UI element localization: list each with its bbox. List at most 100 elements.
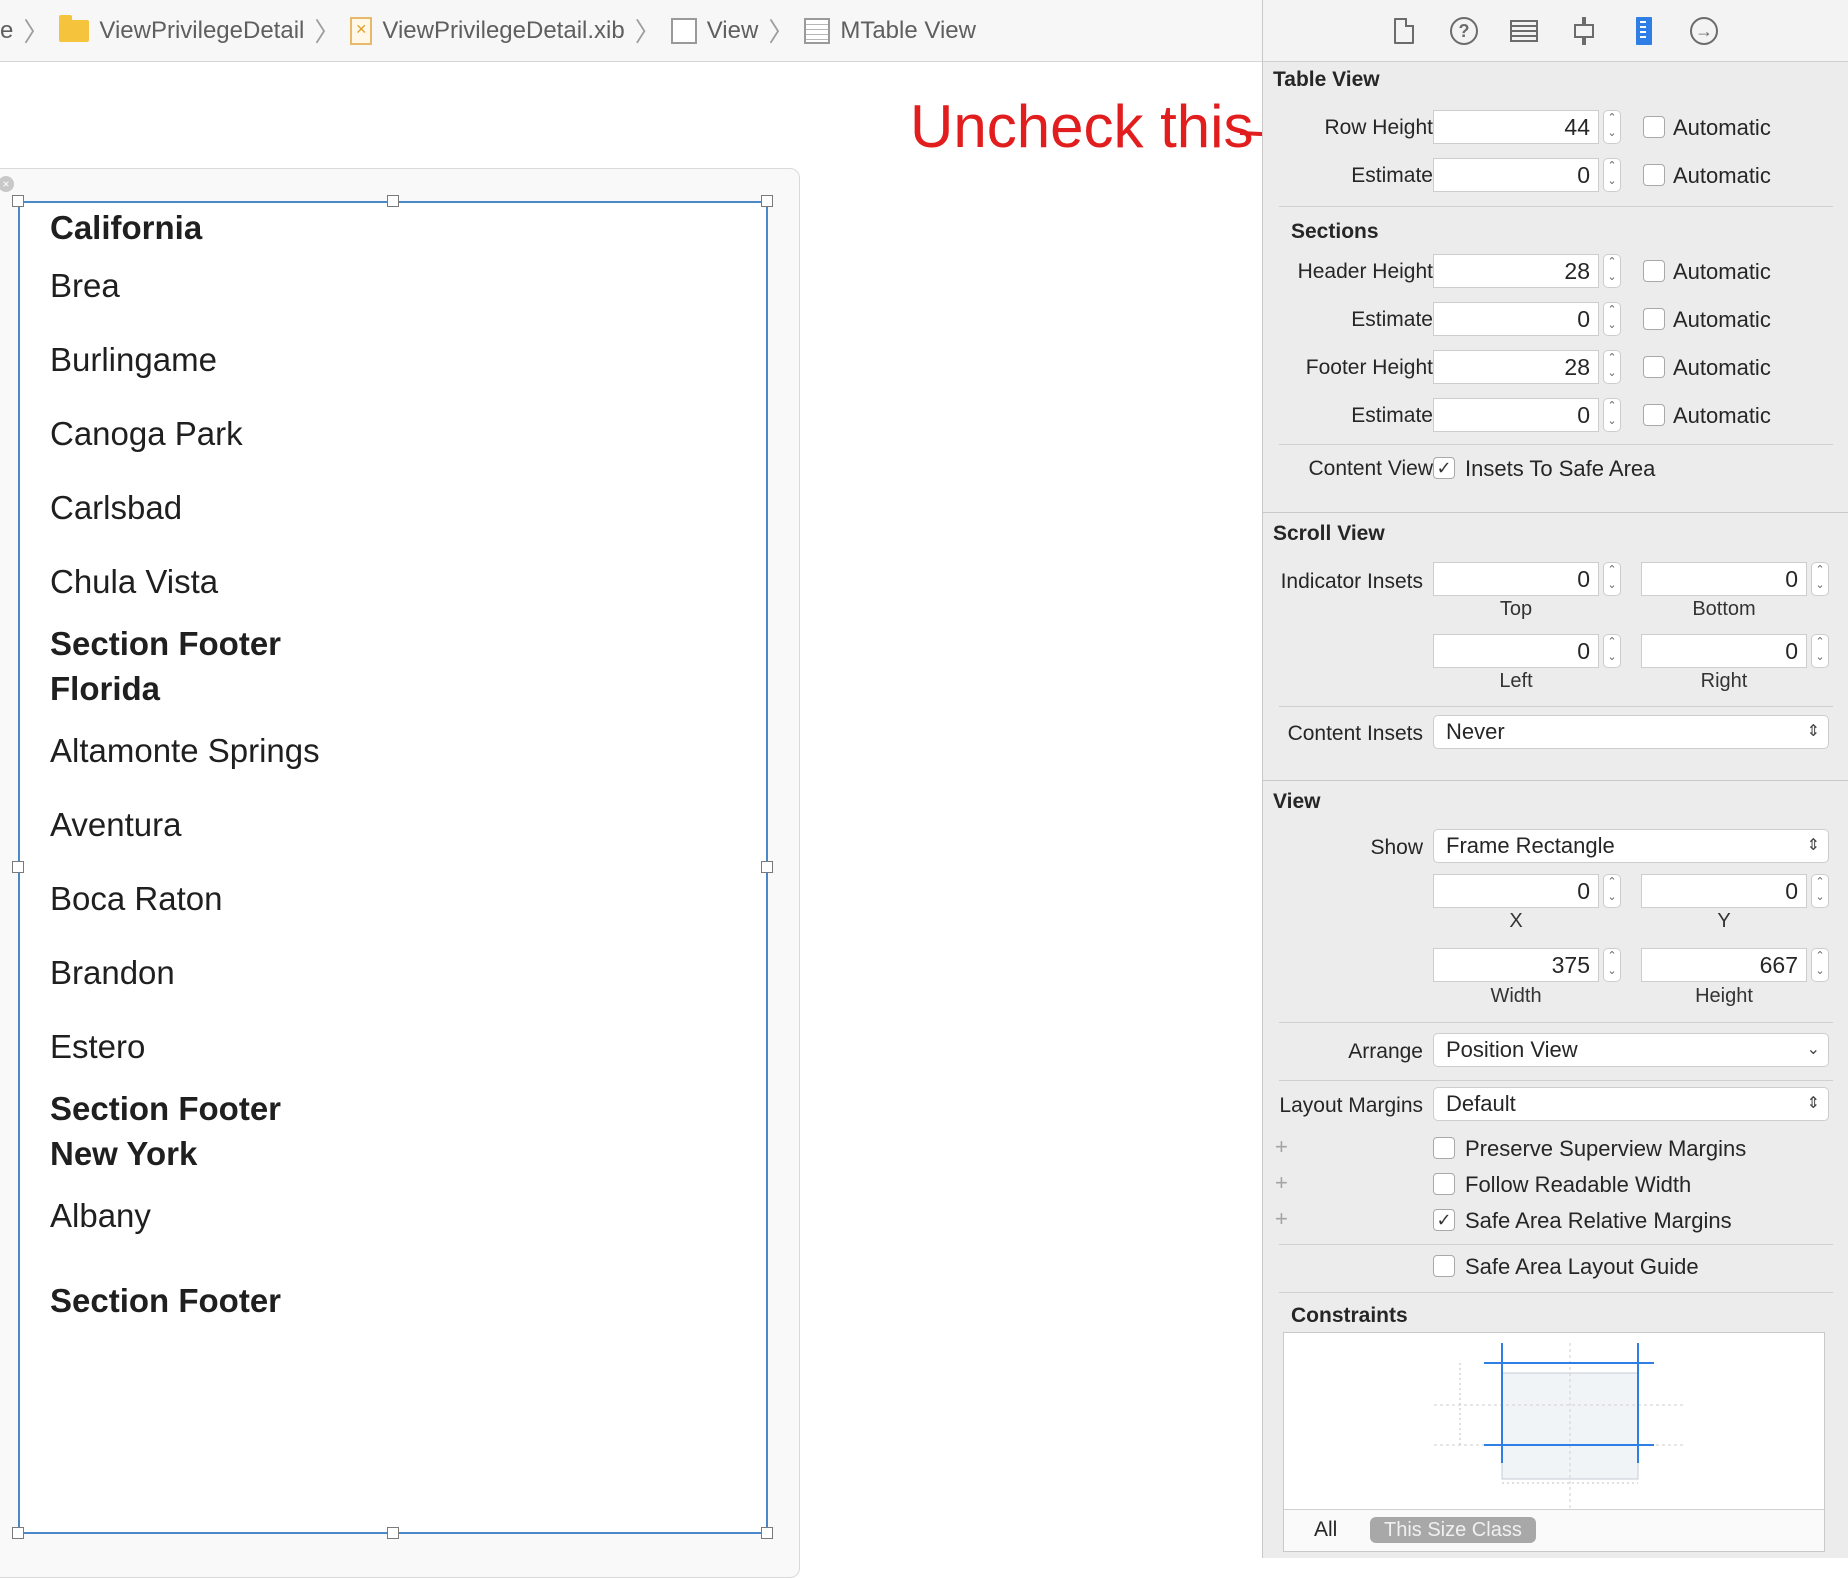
row-height-label: Row Height [1324, 116, 1433, 139]
footer-height-automatic-checkbox[interactable] [1643, 356, 1665, 378]
content-view-label: Content View [1308, 457, 1433, 480]
connections-inspector-icon[interactable]: → [1689, 16, 1719, 46]
this-size-class-tab[interactable]: This Size Class [1370, 1517, 1536, 1543]
table-cell[interactable]: Albany [50, 1197, 151, 1235]
left-caption: Left [1499, 670, 1533, 692]
footer-height-stepper[interactable]: ⌃ ⌄ [1603, 350, 1621, 384]
header-estimate-label: Estimate [1351, 308, 1433, 331]
table-cell[interactable]: Estero [50, 1028, 145, 1066]
indicator-top-field[interactable]: 0 [1433, 562, 1599, 596]
table-cell[interactable]: Altamonte Springs [50, 732, 320, 770]
divider [1279, 206, 1833, 207]
row-height-field[interactable]: 44 [1433, 110, 1599, 144]
attributes-inspector-icon[interactable] [1569, 16, 1599, 46]
table-cell[interactable]: Burlingame [50, 341, 217, 379]
header-estimate-automatic-label: Automatic [1673, 307, 1771, 332]
content-insets-select[interactable]: Never ⇕ [1433, 715, 1829, 749]
size-inspector: ? → Table View Row Height 44 ⌃ ⌄ Automati… [1262, 0, 1848, 1558]
y-field[interactable]: 0 [1641, 874, 1807, 908]
section-footer[interactable]: Section Footer [50, 1090, 281, 1128]
layout-margins-label: Layout Margins [1279, 1094, 1423, 1117]
table-cell[interactable]: Carlsbad [50, 489, 182, 527]
footer-estimate-field[interactable]: 0 [1433, 398, 1599, 432]
width-stepper[interactable]: ⌃ ⌄ [1603, 948, 1621, 982]
section-footer[interactable]: Section Footer [50, 625, 281, 663]
resize-handle[interactable] [761, 861, 773, 873]
table-cell[interactable]: Boca Raton [50, 880, 222, 918]
height-field[interactable]: 667 [1641, 948, 1807, 982]
width-field[interactable]: 375 [1433, 948, 1599, 982]
x-stepper[interactable]: ⌃ ⌄ [1603, 874, 1621, 908]
file-inspector-icon[interactable] [1389, 16, 1419, 46]
resize-handle[interactable] [12, 861, 24, 873]
estimate-label: Estimate [1351, 164, 1433, 187]
indicator-left-field[interactable]: 0 [1433, 634, 1599, 668]
row-estimate-automatic-checkbox[interactable] [1643, 164, 1665, 186]
resize-handle[interactable] [387, 1527, 399, 1539]
y-stepper[interactable]: ⌃ ⌄ [1811, 874, 1829, 908]
section-header[interactable]: New York [50, 1135, 197, 1173]
divider [1279, 706, 1833, 707]
plus-icon[interactable]: + [1275, 1206, 1288, 1232]
width-caption: Width [1490, 985, 1542, 1007]
divider [1279, 1022, 1833, 1023]
divider [1279, 1244, 1833, 1245]
constraints-section-title: Constraints [1291, 1304, 1408, 1327]
x-field[interactable]: 0 [1433, 874, 1599, 908]
follow-readable-width-checkbox[interactable] [1433, 1173, 1455, 1195]
indicator-bottom-stepper[interactable]: ⌃ ⌄ [1811, 562, 1829, 596]
header-estimate-field[interactable]: 0 [1433, 302, 1599, 336]
footer-estimate-stepper[interactable]: ⌃ ⌄ [1603, 398, 1621, 432]
insets-to-safe-area-checkbox[interactable]: ✓ [1433, 457, 1455, 479]
identity-inspector-icon[interactable] [1509, 16, 1539, 46]
safe-area-relative-margins-checkbox[interactable]: ✓ [1433, 1209, 1455, 1231]
show-select[interactable]: Frame Rectangle ⇕ [1433, 829, 1829, 863]
up-down-chevron-icon: ⇕ [1806, 723, 1820, 740]
footer-height-field[interactable]: 28 [1433, 350, 1599, 384]
row-estimate-stepper[interactable]: ⌃ ⌄ [1603, 158, 1621, 192]
section-header[interactable]: Florida [50, 670, 160, 708]
indicator-right-field[interactable]: 0 [1641, 634, 1807, 668]
row-height-stepper[interactable]: ⌃ ⌄ [1603, 110, 1621, 144]
all-size-classes-tab[interactable]: All [1314, 1518, 1337, 1542]
row-estimate-field[interactable]: 0 [1433, 158, 1599, 192]
header-estimate-automatic-checkbox[interactable] [1643, 308, 1665, 330]
quick-help-icon[interactable]: ? [1449, 16, 1479, 46]
indicator-left-stepper[interactable]: ⌃ ⌄ [1603, 634, 1621, 668]
constraints-diagram[interactable]: All This Size Class [1283, 1332, 1825, 1552]
header-height-stepper[interactable]: ⌃ ⌄ [1603, 254, 1621, 288]
size-inspector-icon[interactable] [1629, 16, 1659, 46]
row-height-automatic-checkbox[interactable] [1643, 116, 1665, 138]
resize-handle[interactable] [761, 1527, 773, 1539]
indicator-right-stepper[interactable]: ⌃ ⌄ [1811, 634, 1829, 668]
header-height-automatic-checkbox[interactable] [1643, 260, 1665, 282]
layout-margins-select[interactable]: Default ⇕ [1433, 1087, 1829, 1121]
preserve-superview-margins-checkbox[interactable] [1433, 1137, 1455, 1159]
table-cell[interactable]: Brandon [50, 954, 175, 992]
safe-area-layout-guide-checkbox[interactable] [1433, 1255, 1455, 1277]
resize-handle[interactable] [12, 1527, 24, 1539]
plus-icon[interactable]: + [1275, 1134, 1288, 1160]
plus-icon[interactable]: + [1275, 1170, 1288, 1196]
table-cell[interactable]: Chula Vista [50, 563, 218, 601]
height-stepper[interactable]: ⌃ ⌄ [1811, 948, 1829, 982]
arrange-select[interactable]: Position View ⌄ [1433, 1033, 1829, 1067]
insets-to-safe-area-label: Insets To Safe Area [1465, 456, 1656, 481]
indicator-bottom-field[interactable]: 0 [1641, 562, 1807, 596]
section-header[interactable]: California [50, 209, 202, 247]
table-cell[interactable]: Brea [50, 267, 120, 305]
header-height-field[interactable]: 28 [1433, 254, 1599, 288]
table-view[interactable]: California Brea Burlingame Canoga Park Carls… [18, 201, 768, 1534]
header-estimate-stepper[interactable]: ⌃ ⌄ [1603, 302, 1621, 336]
table-cell[interactable]: Aventura [50, 806, 181, 844]
indicator-top-stepper[interactable]: ⌃ ⌄ [1603, 562, 1621, 596]
footer-estimate-label: Estimate [1351, 404, 1433, 427]
section-divider [1263, 780, 1848, 781]
constraints-diagram-icon [1434, 1343, 1684, 1509]
table-view-section-title: Table View [1273, 68, 1380, 91]
section-footer[interactable]: Section Footer [50, 1282, 281, 1320]
footer-estimate-automatic-checkbox[interactable] [1643, 404, 1665, 426]
right-caption: Right [1700, 670, 1748, 692]
table-cell[interactable]: Canoga Park [50, 415, 243, 453]
scroll-view-section-title: Scroll View [1273, 522, 1385, 545]
